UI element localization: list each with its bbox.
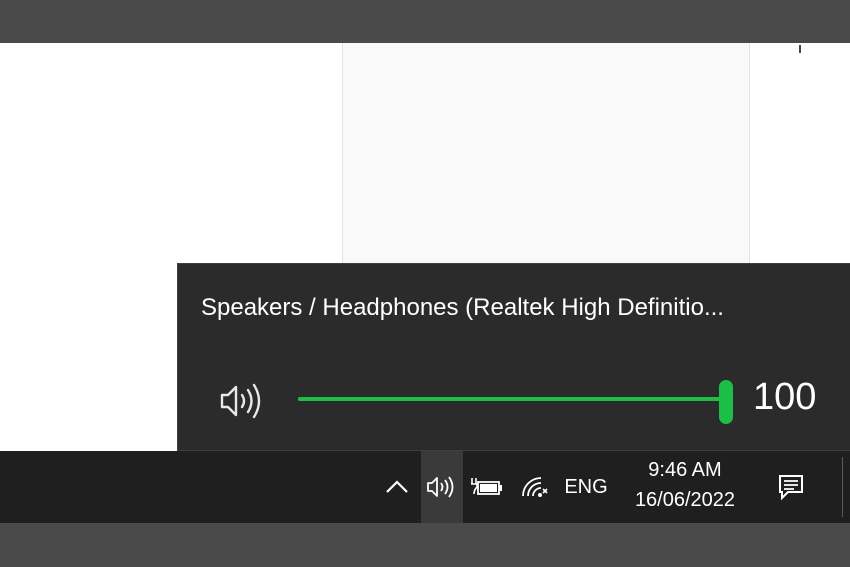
wifi-icon[interactable] (516, 451, 552, 523)
battery-charging-icon[interactable] (468, 451, 506, 523)
bottom-frame (0, 523, 850, 567)
audio-device-name[interactable]: Speakers / Headphones (Realtek High Defi… (201, 294, 821, 322)
language-indicator[interactable]: ENG (560, 451, 612, 523)
volume-slider-fill (298, 397, 726, 401)
action-center-icon[interactable] (770, 451, 812, 523)
taskbar: ENG 9:46 AM 16/06/2022 (0, 451, 850, 523)
window-titlebar-area (0, 0, 850, 43)
speaker-icon[interactable] (421, 451, 463, 523)
volume-slider-thumb[interactable] (719, 380, 733, 424)
volume-flyout: Speakers / Headphones (Realtek High Defi… (177, 263, 850, 451)
volume-slider[interactable] (298, 380, 738, 424)
clock-date: 16/06/2022 (634, 489, 736, 511)
volume-value: 100 (753, 376, 817, 418)
taskbar-clock[interactable]: 9:46 AM 16/06/2022 (620, 455, 750, 515)
chevron-up-icon[interactable] (380, 451, 414, 523)
text-caret (799, 45, 801, 53)
speaker-volume-icon[interactable] (218, 381, 272, 421)
show-desktop-button[interactable] (842, 457, 843, 517)
clock-time: 9:46 AM (648, 459, 722, 481)
